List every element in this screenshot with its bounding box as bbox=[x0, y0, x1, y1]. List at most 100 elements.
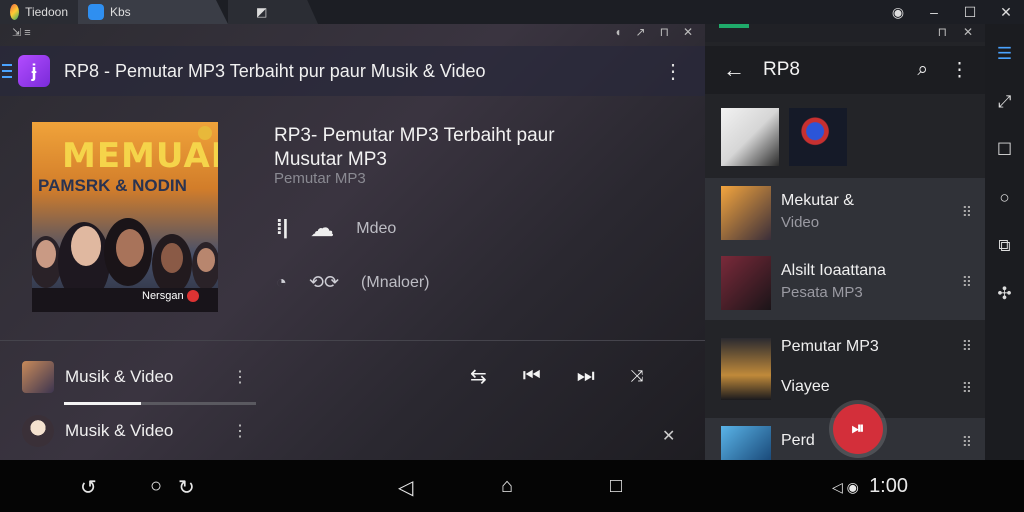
player-subbar: ⇲ ≡ ◖ ↗ ⊓ ✕ bbox=[0, 24, 705, 42]
close-icon[interactable]: ✕ bbox=[662, 426, 675, 446]
item-thumb bbox=[721, 186, 771, 240]
lock-icon[interactable]: ⊓ bbox=[660, 25, 669, 39]
more-options-icon[interactable]: ⋮ bbox=[950, 59, 969, 82]
transport-controls: ⇆ ⏮ ⏭ ⤨ bbox=[470, 364, 644, 389]
shuffle-icon[interactable]: ⤨ bbox=[631, 368, 644, 386]
divider bbox=[0, 340, 705, 341]
item-text: Viayee bbox=[781, 378, 830, 395]
app-title: RP8 - Pemutar MP3 Terbaiht pur paur Musi… bbox=[64, 60, 486, 81]
queue-thumb bbox=[22, 361, 54, 393]
item-text: Perd bbox=[781, 432, 815, 449]
album-cover[interactable]: MEMUAK PAMSRK & NODIN Nersgan bbox=[32, 122, 218, 312]
maximize-icon[interactable]: ☐ bbox=[952, 4, 988, 21]
list-icon[interactable]: ☰ bbox=[997, 44, 1012, 64]
progress-fill bbox=[64, 402, 141, 405]
library-subbar: ⊓ ✕ bbox=[705, 24, 985, 42]
player-pane: ⇲ ≡ ◖ ↗ ⊓ ✕ ɉ RP8 - Pemutar MP3 Terbaiht… bbox=[0, 24, 705, 460]
recents-icon[interactable]: □ bbox=[610, 475, 622, 498]
menu-icon[interactable] bbox=[2, 60, 12, 82]
subbar-actions: ◖ ↗ ⊓ ✕ bbox=[614, 25, 693, 39]
repeat-icon[interactable]: ⟲⟳ bbox=[309, 272, 339, 293]
clock: 1:00 bbox=[869, 475, 908, 497]
item-thumb bbox=[721, 426, 771, 460]
tab-label: Kbs bbox=[110, 5, 131, 19]
library-actions: ⌕ ⋮ bbox=[917, 59, 969, 82]
queue-item[interactable]: Musik & Video ⋮ bbox=[22, 360, 262, 394]
control-row-2: ◔ ⟲⟳ (Mnaloer) bbox=[276, 272, 430, 293]
next-icon[interactable]: ⏭ bbox=[577, 365, 595, 388]
item-text: Pemutar MP3 bbox=[781, 338, 879, 355]
app-logo: ɉ bbox=[18, 55, 50, 87]
library-item[interactable]: Mekutar & Video ⠿ bbox=[705, 178, 985, 248]
window-titlebar: Tiedoon Kbs ◩ ◉ – ☐ ✕ bbox=[0, 0, 1024, 24]
drag-handle-icon[interactable]: ⠿ bbox=[962, 274, 972, 291]
shield-icon[interactable]: ◖ bbox=[614, 25, 621, 39]
drag-handle-icon[interactable]: ⠿ bbox=[962, 338, 972, 355]
queue-item[interactable]: Musik & Video ⋮ bbox=[22, 414, 262, 448]
close-icon[interactable]: ✕ bbox=[683, 25, 693, 39]
more-options-icon[interactable]: ⋮ bbox=[663, 59, 683, 84]
item-thumb bbox=[721, 256, 771, 310]
queue-thumb bbox=[22, 415, 54, 447]
back-icon[interactable]: ◁ bbox=[398, 475, 413, 500]
control-row-1: ⁞| ☁ Mdeo bbox=[276, 214, 396, 243]
cloud-icon[interactable]: ☁ bbox=[310, 214, 334, 243]
featured-thumb[interactable] bbox=[721, 108, 779, 166]
home-icon[interactable]: ⌂ bbox=[501, 475, 513, 498]
drag-handle-icon[interactable]: ⠿ bbox=[962, 380, 972, 397]
tab-label: Tiedoon bbox=[25, 5, 68, 19]
tab-tiedoon[interactable]: Tiedoon bbox=[0, 0, 78, 24]
drag-handle-icon[interactable]: ⠿ bbox=[962, 434, 972, 451]
cover-text-3: Nersgan bbox=[142, 290, 199, 302]
cover-text-1: MEMUAK bbox=[62, 136, 218, 176]
square-icon[interactable]: ☐ bbox=[997, 140, 1012, 160]
rotate-icon[interactable]: ↺ bbox=[80, 475, 97, 500]
link-icon[interactable]: ⤢ bbox=[998, 92, 1012, 112]
previous-icon[interactable]: ⏮ bbox=[523, 365, 541, 388]
search-icon[interactable]: ⌕ bbox=[917, 59, 928, 82]
shortcut-icon[interactable]: ✣ bbox=[997, 284, 1011, 304]
lock-icon[interactable]: ⊓ bbox=[938, 25, 947, 39]
close-icon[interactable]: ✕ bbox=[988, 4, 1024, 21]
app-icon bbox=[10, 4, 20, 20]
target-icon[interactable]: ◉ bbox=[880, 4, 916, 21]
pause-icon[interactable]: ⁞| bbox=[276, 217, 288, 240]
more-options-icon[interactable]: ⋮ bbox=[232, 421, 248, 441]
now-playing-title: RP3- Pemutar MP3 Terbaiht paur Musutar M… bbox=[274, 125, 555, 170]
circle-icon[interactable]: ○ bbox=[150, 475, 162, 498]
video-label[interactable]: Mdeo bbox=[356, 220, 396, 238]
library-pane: ⊓ ✕ ← RP8 ⌕ ⋮ Mekutar & Video ⠿ Alsilt I… bbox=[705, 24, 985, 460]
item-thumb bbox=[721, 338, 771, 400]
app-icon bbox=[88, 4, 104, 20]
emulator-sidebar: ☰ ⤢ ☐ ○ ⧉ ✣ bbox=[985, 24, 1024, 460]
featured-thumb[interactable] bbox=[789, 108, 847, 166]
close-icon[interactable]: ✕ bbox=[963, 25, 973, 39]
window-icon[interactable]: ⧉ bbox=[998, 236, 1010, 256]
more-options-icon[interactable]: ⋮ bbox=[232, 367, 248, 387]
return-icon[interactable]: ↻ bbox=[178, 475, 195, 500]
play-pause-fab[interactable]: ⏯ bbox=[833, 404, 883, 454]
tab-kbs[interactable]: Kbs bbox=[78, 0, 228, 24]
repeat-icon[interactable]: ⇆ bbox=[470, 364, 487, 389]
drag-handle-icon[interactable]: ⠿ bbox=[962, 204, 972, 221]
queue-label: Musik & Video bbox=[65, 421, 174, 440]
volume-icon[interactable]: ◁ ◉ bbox=[832, 479, 859, 496]
library-appbar: ← RP8 ⌕ ⋮ bbox=[705, 46, 985, 94]
back-arrow-icon[interactable]: ← bbox=[723, 57, 745, 83]
timer-icon[interactable]: ◔ bbox=[276, 272, 287, 293]
progress-bar[interactable] bbox=[64, 402, 256, 405]
accent-strip bbox=[719, 24, 749, 28]
library-item[interactable]: Alsilt Ioaattana Pesata MP3 ⠿ bbox=[705, 248, 985, 320]
collapse-icon[interactable]: ⇲ ≡ bbox=[12, 26, 31, 39]
library-item[interactable]: Pemutar MP3 Viayee ⠿ ⠿ bbox=[705, 320, 985, 416]
minimize-icon[interactable]: – bbox=[916, 4, 952, 20]
android-navbar: ↺ ○ ↻ ◁ ⌂ □ ◁ ◉ 1:00 bbox=[0, 460, 1024, 512]
circle-icon[interactable]: ○ bbox=[999, 188, 1009, 208]
now-playing-subtitle: Pemutar MP3 bbox=[274, 170, 366, 187]
tab-third[interactable]: ◩ bbox=[228, 0, 318, 24]
send-icon[interactable]: ↗ bbox=[636, 25, 646, 39]
camera-icon: ◩ bbox=[256, 5, 268, 19]
item-text: Alsilt Ioaattana Pesata MP3 bbox=[781, 262, 886, 301]
mode-label[interactable]: (Mnaloer) bbox=[361, 274, 429, 292]
player-appbar: ɉ RP8 - Pemutar MP3 Terbaiht pur paur Mu… bbox=[0, 46, 705, 96]
